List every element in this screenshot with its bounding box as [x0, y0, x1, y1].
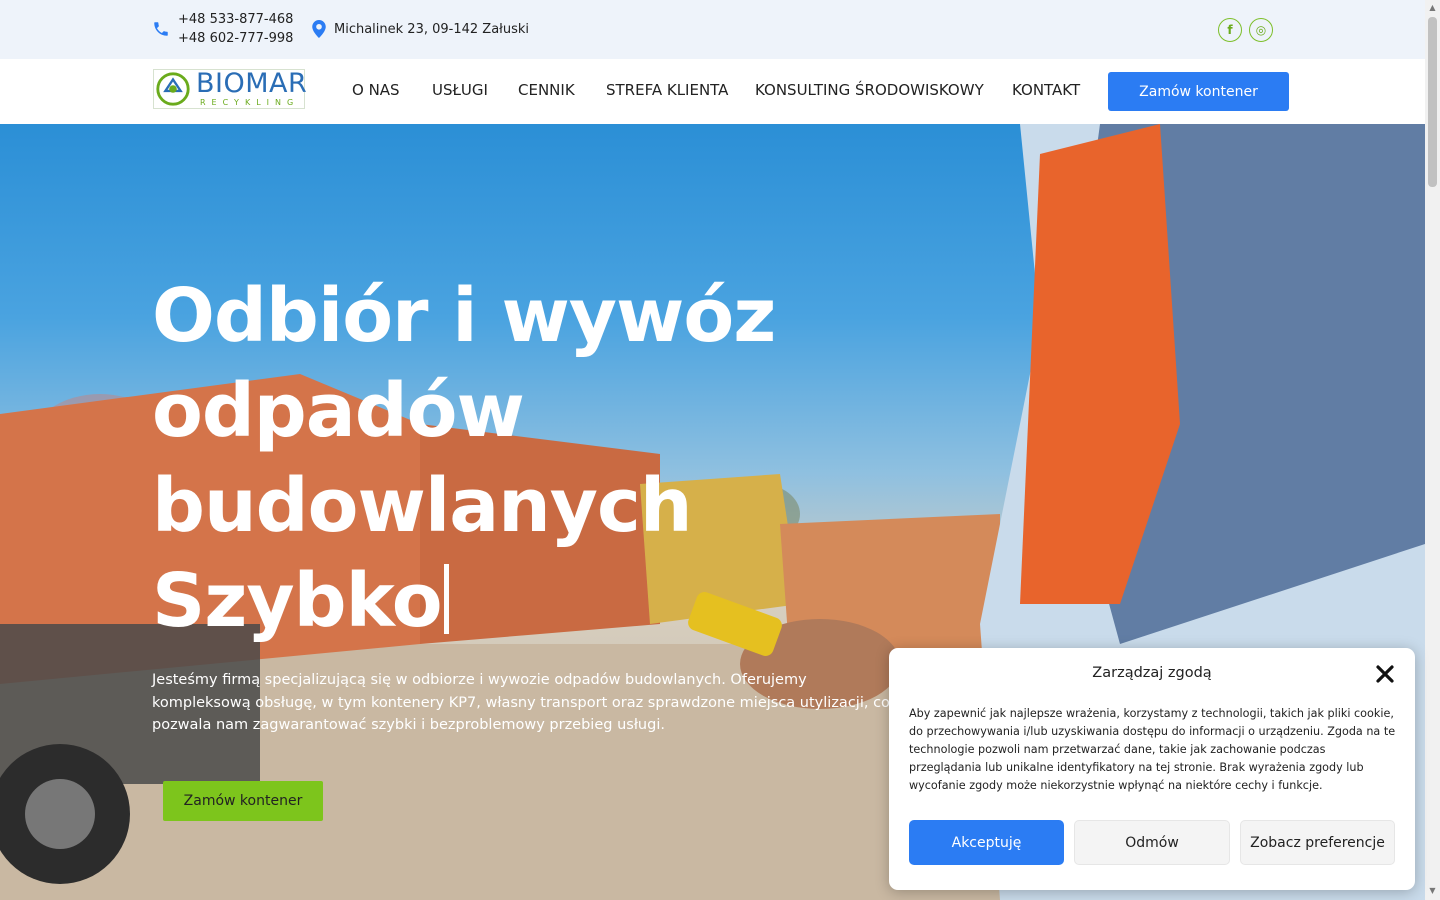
logo-main-text: BIOMAR	[196, 68, 308, 99]
hero-title-line-3: budowlanych	[152, 463, 693, 549]
hero-title-line-2: odpadów	[152, 368, 525, 454]
scrollbar-thumb[interactable]	[1428, 17, 1437, 187]
address-block: Michalinek 23, 09-142 Załuski	[312, 20, 529, 38]
instagram-icon[interactable]: ◎	[1249, 18, 1273, 42]
logo-sub-text: RECYKLING	[200, 98, 300, 107]
hero-title-line-1: Odbiór i wywóz	[152, 273, 776, 359]
page-scrollbar[interactable]: ▲ ▼	[1425, 0, 1440, 900]
location-pin-icon	[312, 20, 326, 38]
order-container-button-hero[interactable]: Zamów kontener	[163, 781, 323, 821]
hero-description: Jesteśmy firmą specjalizującą się w odbi…	[152, 672, 890, 733]
phone-icon	[154, 22, 168, 36]
nav-item-kontakt[interactable]: KONTAKT	[1012, 81, 1080, 99]
logo[interactable]: BIOMAR RECYKLING	[153, 68, 308, 109]
deny-cookies-button[interactable]: Odmów	[1074, 820, 1230, 865]
facebook-icon[interactable]: f	[1218, 18, 1242, 42]
phone-number-2[interactable]: +48 602-777-998	[178, 29, 293, 48]
scroll-up-arrow-icon[interactable]: ▲	[1428, 3, 1437, 12]
accept-cookies-button[interactable]: Akceptuję	[909, 820, 1064, 865]
nav-item-strefa-klienta[interactable]: STREFA KLIENTA	[606, 81, 728, 99]
phone-number-1[interactable]: +48 533-877-468	[178, 10, 293, 29]
nav-item-konsulting[interactable]: KONSULTING ŚRODOWISKOWY	[755, 81, 984, 99]
hero-title-line-4: Szybko	[152, 558, 443, 644]
cookie-dialog-text: Aby zapewnić jak najlepsze wrażenia, kor…	[909, 707, 1396, 792]
hero-title: Odbiór i wywóz odpadów budowlanych Szybk…	[152, 269, 912, 649]
nav-item-o-nas[interactable]: O NAS	[352, 81, 400, 99]
nav-item-uslugi[interactable]: USŁUGI	[432, 81, 488, 99]
cookie-preferences-button[interactable]: Zobacz preferencje	[1240, 820, 1395, 865]
typing-cursor	[443, 564, 449, 634]
scroll-down-arrow-icon[interactable]: ▼	[1428, 886, 1437, 895]
address-text: Michalinek 23, 09-142 Załuski	[334, 21, 530, 37]
order-container-button-header[interactable]: Zamów kontener	[1108, 72, 1289, 111]
close-icon[interactable]	[1374, 663, 1396, 685]
top-contact-bar: +48 533-877-468 +48 602-777-998 Michalin…	[0, 0, 1425, 59]
phone-block: +48 533-877-468 +48 602-777-998	[152, 10, 293, 48]
cookie-dialog-title: Zarządzaj zgodą	[1092, 665, 1212, 681]
nav-item-cennik[interactable]: CENNIK	[518, 81, 575, 99]
main-header: BIOMAR RECYKLING O NAS USŁUGI CENNIK STR…	[0, 59, 1425, 124]
cookie-consent-dialog: Zarządzaj zgodą Aby zapewnić jak najleps…	[889, 648, 1415, 890]
recycle-logo-icon	[156, 72, 190, 106]
